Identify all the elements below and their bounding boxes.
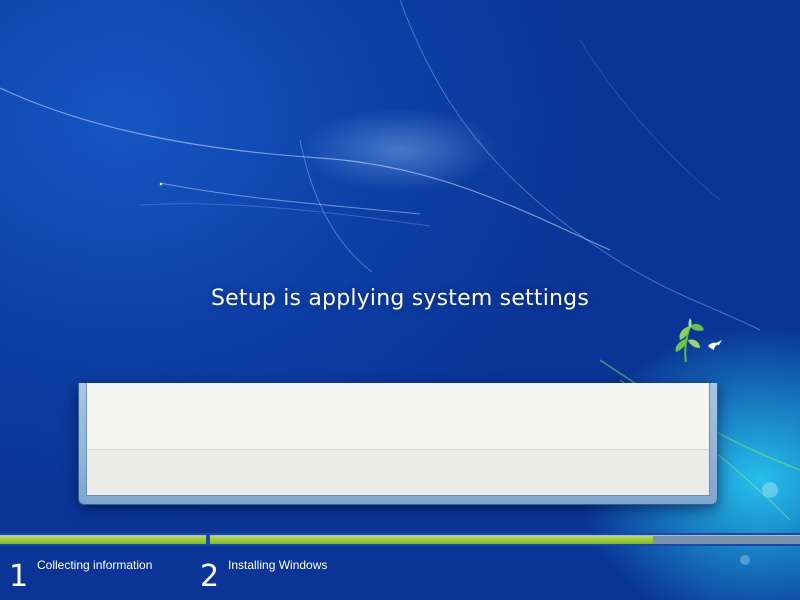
progress-fill-installing-windows: [210, 536, 653, 544]
step-number: 2: [200, 559, 220, 594]
progress-segment-installing-windows: [210, 535, 800, 544]
setup-window-panel: [78, 383, 718, 505]
setup-window-content-area: [87, 383, 709, 447]
step-label: Collecting information: [37, 558, 153, 572]
setup-window-body: [86, 383, 710, 496]
step-label: Installing Windows: [228, 558, 328, 572]
windows-flower-logo-icon: [675, 318, 722, 363]
setup-window-footer: [87, 449, 709, 495]
progress-segment-collecting-information: [0, 535, 206, 544]
setup-progress-track: [0, 533, 800, 546]
progress-fill-collecting-information: [0, 536, 206, 544]
setup-background: Setup is applying system settings 1 Coll…: [0, 0, 800, 600]
step-number: 1: [9, 559, 29, 594]
setup-status-message: Setup is applying system settings: [210, 286, 589, 311]
